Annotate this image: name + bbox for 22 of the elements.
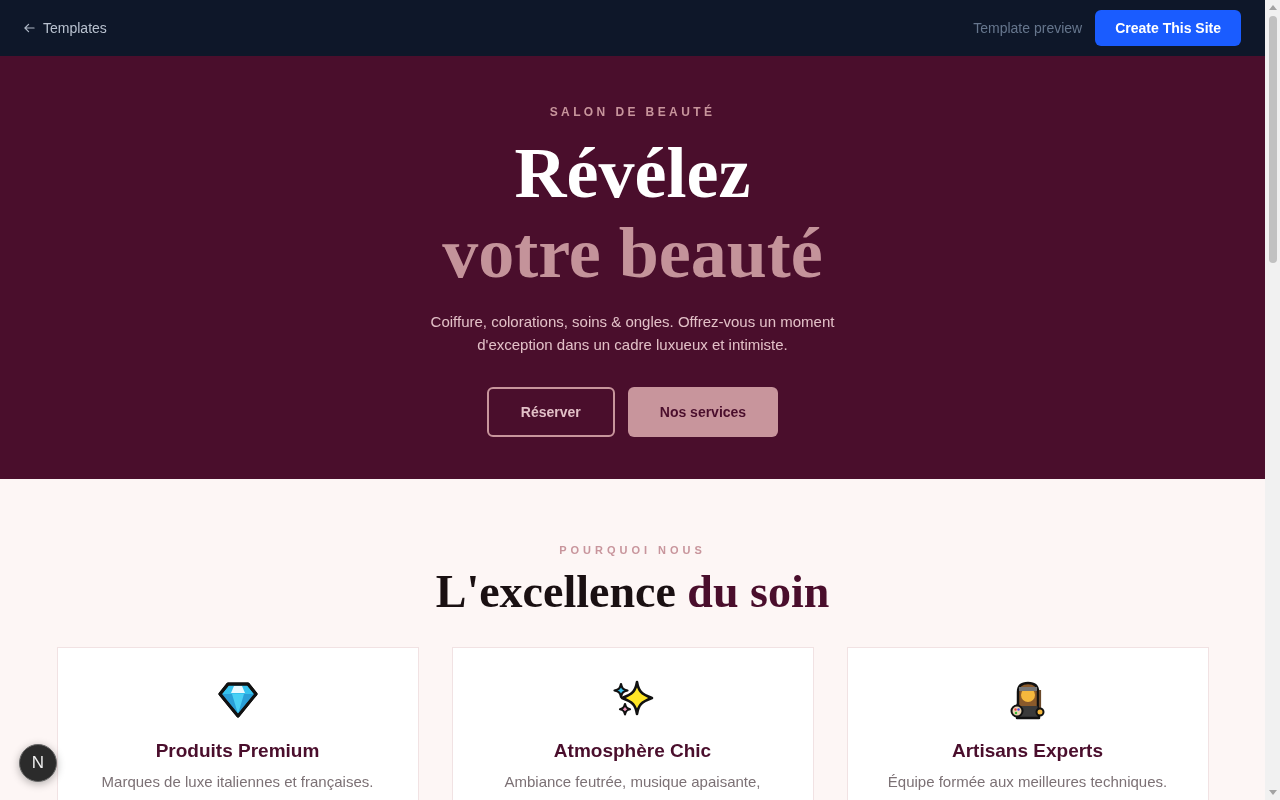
- section-eyebrow: POURQUOI NOUS: [559, 543, 706, 558]
- card-title: Produits Premium: [155, 739, 320, 763]
- card-description: Marques de luxe italiennes et françaises.: [101, 772, 374, 792]
- card-title: Atmosphère Chic: [553, 739, 712, 763]
- dev-tools-button[interactable]: N: [19, 744, 57, 782]
- filled-button[interactable]: Nos services: [627, 387, 779, 437]
- hero-description: Coiffure, colorations, soins & ongles. Offrez-vous un moment d'exception dans un cadre luxueux et intimiste.: [429, 312, 836, 355]
- create-site-button[interactable]: Create This Site: [1095, 10, 1241, 46]
- scroll-up-icon[interactable]: [1268, 5, 1277, 10]
- hero-eyebrow: SALON DE BEAUTÉ: [549, 104, 716, 120]
- arrow-left-icon: [24, 23, 35, 33]
- section-title: L'excellence du soin: [435, 565, 830, 619]
- outline-button[interactable]: Réserver: [486, 387, 615, 437]
- card-description: Ambiance feutrée, musique apaisante,: [504, 772, 761, 792]
- card-description: Équipe formée aux meilleures techniques.: [887, 772, 1168, 792]
- scroll-down-icon[interactable]: [1268, 790, 1277, 795]
- preview-label: Template preview: [973, 20, 1083, 36]
- hero-title: Révélez votre beauté: [442, 133, 823, 293]
- gem-icon: [217, 680, 258, 720]
- back-link[interactable]: Templates: [24, 20, 107, 36]
- scrollbar-thumb[interactable]: [1268, 16, 1277, 263]
- card-title: Artisans Experts: [952, 739, 1103, 763]
